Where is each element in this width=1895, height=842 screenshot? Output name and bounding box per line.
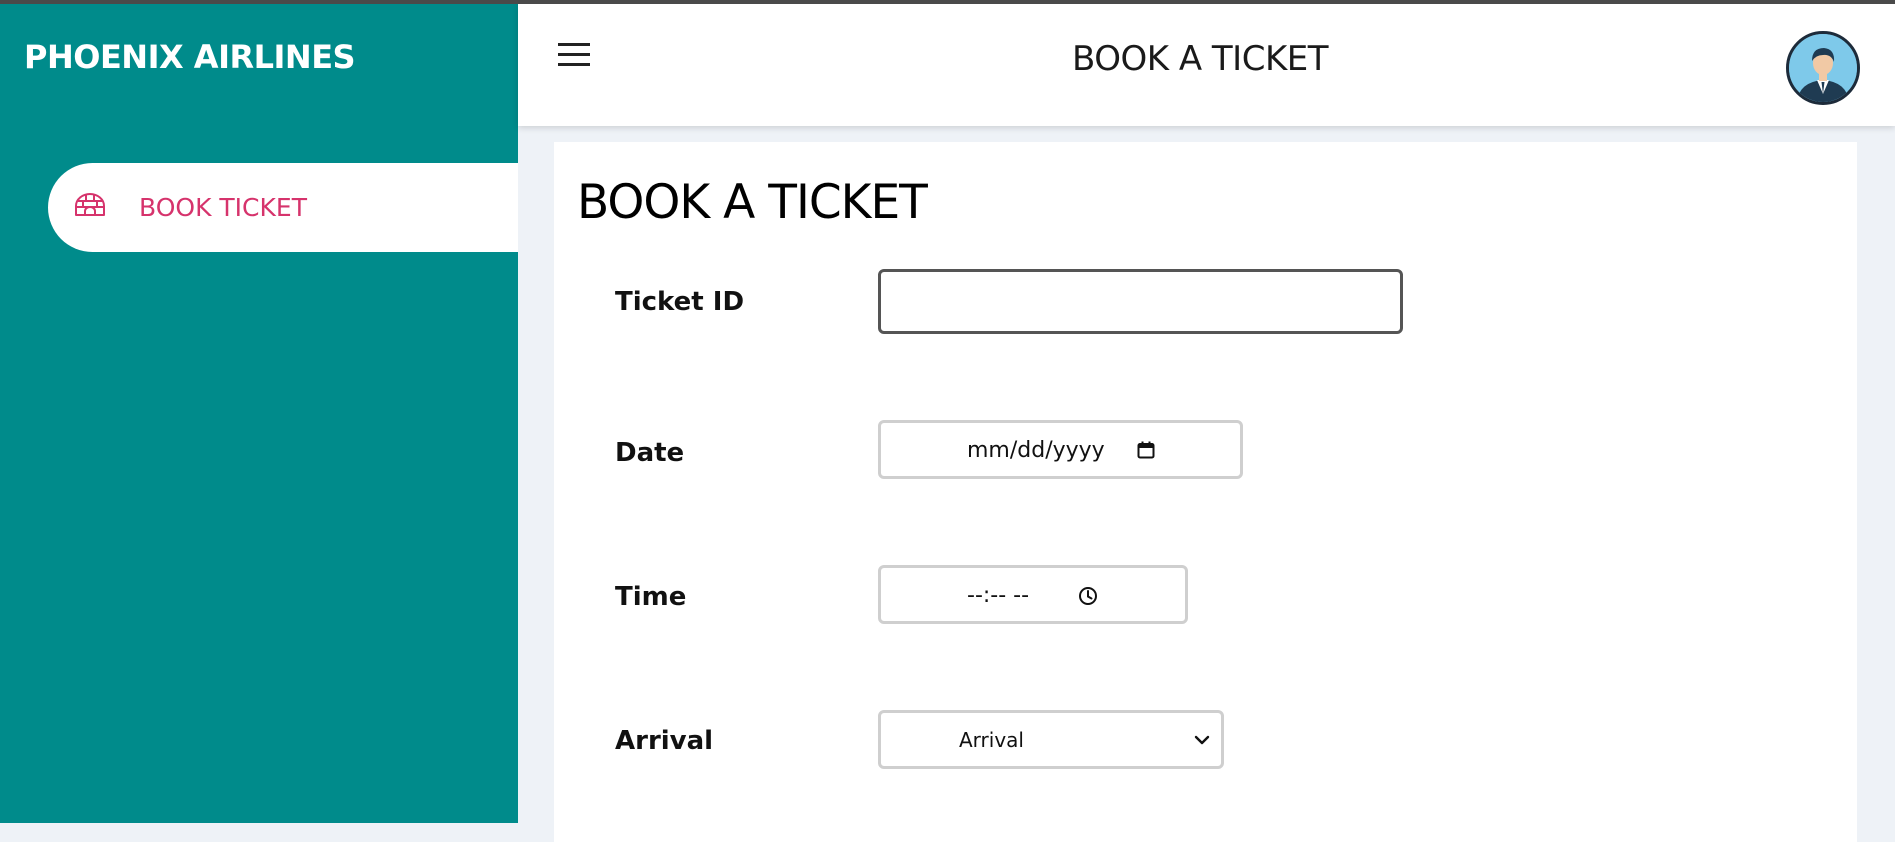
top-bar: BOOK A TICKET: [518, 4, 1895, 126]
date-input[interactable]: mm/dd/yyyy: [878, 420, 1243, 479]
user-avatar-icon[interactable]: [1786, 31, 1860, 105]
page-title: BOOK A TICKET: [1071, 39, 1329, 79]
avatar-illustration: [1789, 34, 1857, 102]
date-placeholder: mm/dd/yyyy: [967, 438, 1105, 463]
clock-icon[interactable]: [1078, 586, 1098, 606]
time-label: Time: [615, 582, 687, 612]
calendar-icon[interactable]: [1137, 441, 1155, 459]
ticket-id-label: Ticket ID: [615, 287, 745, 317]
booking-panel: BOOK A TICKET Ticket ID Date mm/dd/yyyy …: [554, 142, 1857, 842]
date-label: Date: [615, 438, 685, 468]
window-top-border: [0, 0, 1895, 4]
sidebar: PHOENIX AIRLINES BOOK TICKET: [0, 4, 518, 823]
sidebar-item-book-ticket[interactable]: BOOK TICKET: [48, 163, 518, 252]
sidebar-item-label: BOOK TICKET: [139, 193, 307, 222]
arrival-select[interactable]: Arrival: [878, 710, 1224, 769]
arrival-label: Arrival: [615, 726, 714, 756]
form-heading: BOOK A TICKET: [577, 175, 928, 230]
time-placeholder: --:-- --: [967, 583, 1030, 608]
chevron-down-icon: [1194, 735, 1210, 745]
ticket-id-input[interactable]: [878, 269, 1403, 334]
igloo-icon: [75, 193, 105, 216]
brand-logo-text: PHOENIX AIRLINES: [24, 38, 356, 76]
arrival-selected-value: Arrival: [959, 728, 1024, 752]
time-input[interactable]: --:-- --: [878, 565, 1188, 624]
